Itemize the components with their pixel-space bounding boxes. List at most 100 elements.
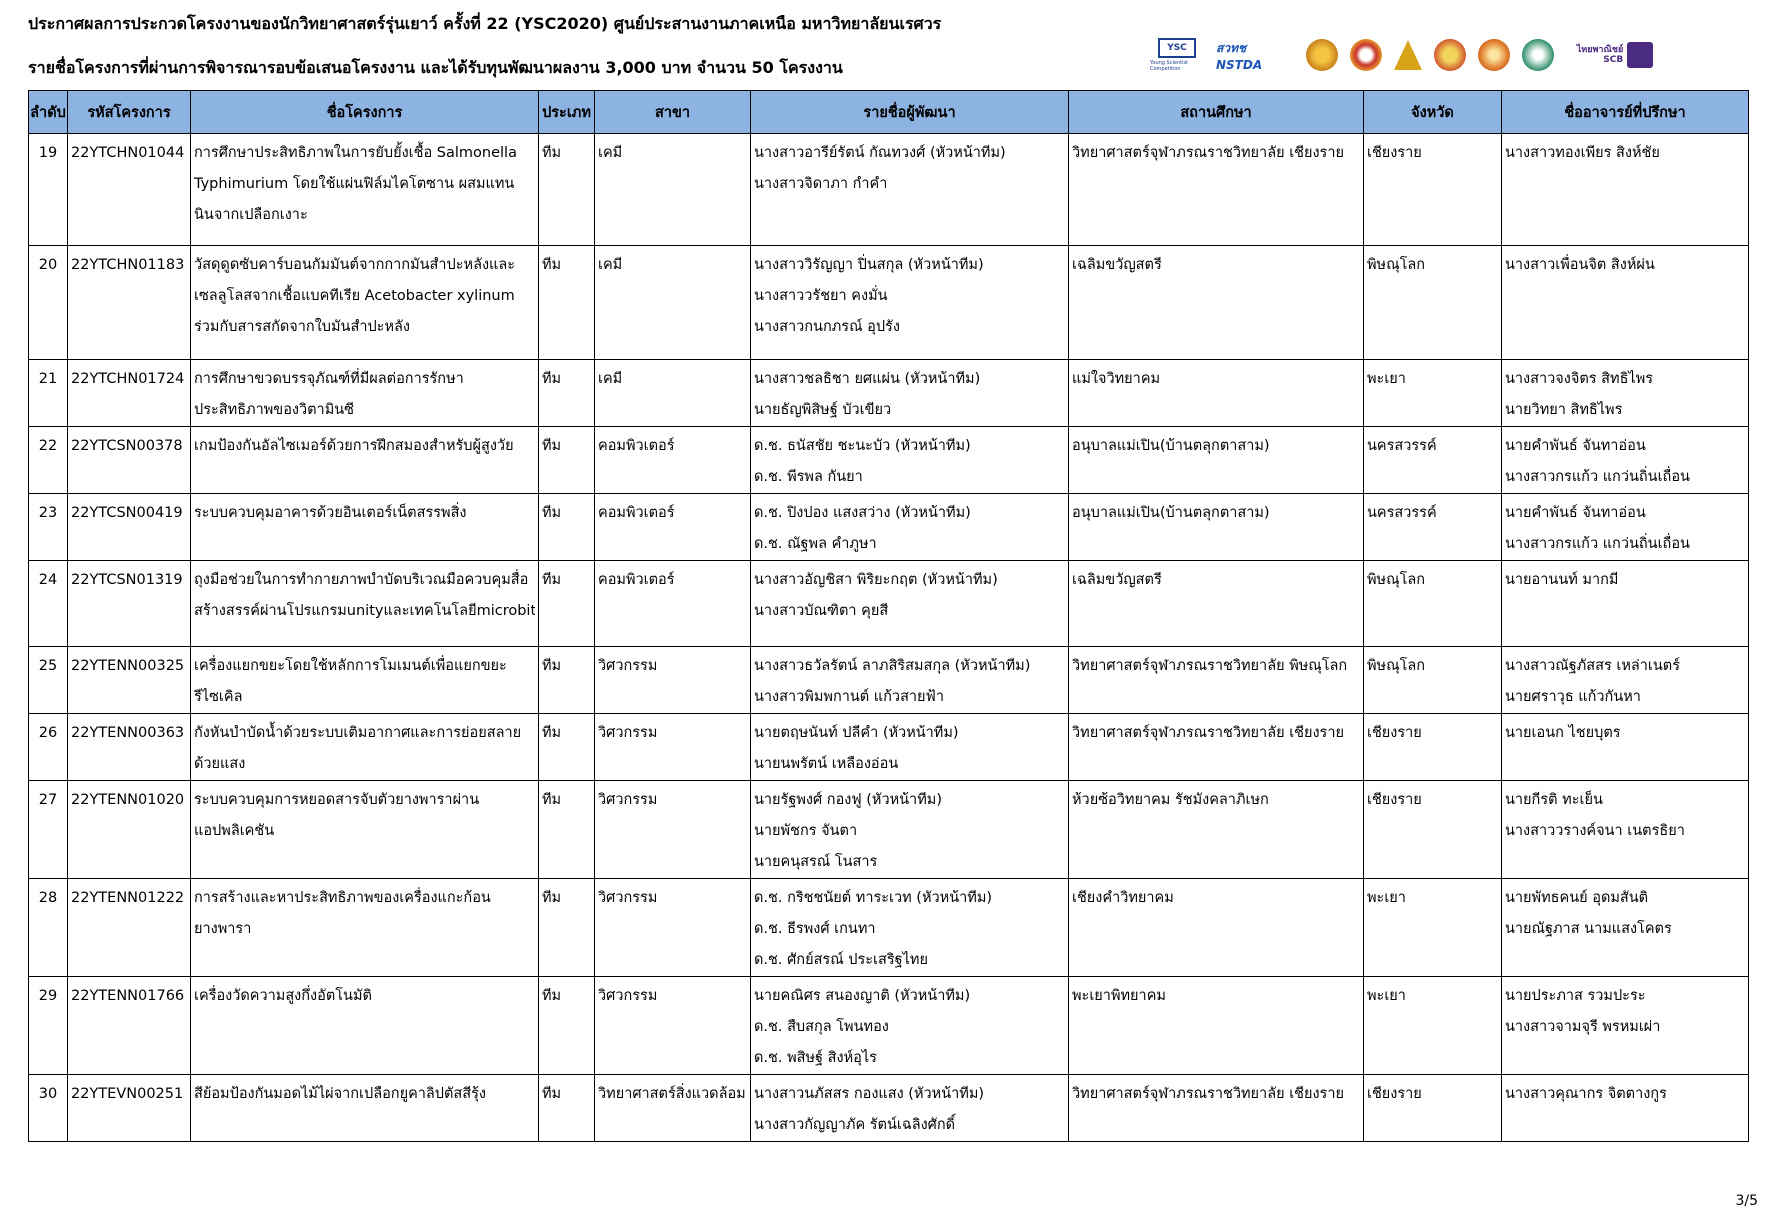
col-header-type: ประเภท xyxy=(538,90,595,134)
cell-province: เชียงราย xyxy=(1363,780,1502,879)
cell-advisors: นายอานนท์ มากมี xyxy=(1501,560,1749,647)
cell-province: พิษณุโลก xyxy=(1363,646,1502,714)
cell-school: อนุบาลแม่เปิน(บ้านตลุกตาสาม) xyxy=(1068,493,1364,561)
cell-school: วิทยาศาสตร์จุฬาภรณราชวิทยาลัย พิษณุโลก xyxy=(1068,646,1364,714)
cell-code: 22YTCHN01183 xyxy=(67,245,191,360)
cell-province: นครสวรรค์ xyxy=(1363,493,1502,561)
cell-type: ทีม xyxy=(538,560,595,647)
cell-no: 30 xyxy=(28,1074,68,1142)
cell-members-line: นางสาวอารีย์รัตน์ กัณทวงศ์ (หัวหน้าทีม) xyxy=(754,145,1006,161)
table-row: 30 22YTEVN00251 สีย้อมป้องกันมอดไม้ไผ่จากเ… xyxy=(28,1074,1749,1142)
cell-project-name-line: เครื่องแยกขยะโดยใช้หลักการโมเมนต์เพื่อแย… xyxy=(194,658,507,674)
table-row: 21 22YTCHN01724 การศึกษาขวดบรรจุภัณฑ์ที่มี… xyxy=(28,359,1749,427)
cell-project-name-line: เกมป้องกันอัลไซเมอร์ด้วยการฝึกสมองสำหรับ… xyxy=(194,438,514,454)
cell-no: 19 xyxy=(28,133,68,246)
table-row: 19 22YTCHN01044 การศึกษาประสิทธิภาพในการยั… xyxy=(28,133,1749,246)
table-row: 23 22YTCSN00419 ระบบควบคุมอาคารด้วยอินเตอร… xyxy=(28,493,1749,561)
cell-code: 22YTCHN01724 xyxy=(67,359,191,427)
cell-members-line: ด.ช. กริชชนัยต์ ทาระเวท (หัวหน้าทีม) xyxy=(754,890,993,906)
cell-advisors-line: นางสาววรางค์จนา เนตรธิยา xyxy=(1505,823,1685,839)
cell-type: ทีม xyxy=(538,1074,595,1142)
cell-members-line: นางสาวอัญชิสา พิริยะกฤต (หัวหน้าทีม) xyxy=(754,572,998,588)
emblem-logo-5 xyxy=(1478,39,1510,71)
col-header-no: ลำดับ xyxy=(28,90,68,134)
cell-advisors-line: นางสาวจามจุรี พรหมเผ่า xyxy=(1505,1019,1661,1035)
cell-members-line: นายคนุสรณ์ โนสาร xyxy=(754,854,878,870)
cell-project-name-line: ยางพารา xyxy=(194,921,252,937)
cell-members-line: นายพัชกร จันตา xyxy=(754,823,858,839)
scb-logo-en: SCB xyxy=(1603,55,1624,65)
cell-members: ด.ช. กริชชนัยต์ ทาระเวท (หัวหน้าทีม) ด.ช.… xyxy=(750,878,1069,977)
cell-advisors-line: นายเอนก ไชยบุตร xyxy=(1505,725,1621,741)
cell-no: 23 xyxy=(28,493,68,561)
cell-members-line: นางสาวนภัสสร กองแสง (หัวหน้าทีม) xyxy=(754,1086,985,1102)
cell-members: นายตฤษนันท์ ปลีคำ (หัวหน้าทีม) นายนพรัตน์… xyxy=(750,713,1069,781)
cell-project-name-line: วัสดุดูดซับคาร์บอนกัมมันต์จากกากมันสำปะห… xyxy=(194,257,516,273)
emblem-logo-6 xyxy=(1522,39,1554,71)
page-subtitle: รายชื่อโครงการที่ผ่านการพิจารณารอบข้อเสน… xyxy=(28,58,843,77)
cell-code: 22YTCHN01044 xyxy=(67,133,191,246)
cell-advisors-line: นายพัทธคนย์ อุดมสันติ xyxy=(1505,890,1649,906)
projects-table: ลำดับ รหัสโครงการ ชื่อโครงการ ประเภท สาข… xyxy=(28,90,1749,1142)
cell-advisors: นางสาวเพื่อนจิต สิงห์ผ่น xyxy=(1501,245,1749,360)
emblem-logo-4 xyxy=(1434,39,1466,71)
table-row: 22 22YTCSN00378 เกมป้องกันอัลไซเมอร์ด้วยกา… xyxy=(28,426,1749,494)
cell-field: วิศวกรรม xyxy=(594,780,751,879)
cell-code: 22YTENN01222 xyxy=(67,878,191,977)
cell-no: 20 xyxy=(28,245,68,360)
cell-members: ด.ช. ปิงปอง แสงสว่าง (หัวหน้าทีม) ด.ช. ณั… xyxy=(750,493,1069,561)
cell-project-name-line: ประสิทธิภาพของวิตามินซี xyxy=(194,402,355,418)
cell-members-line: นายคณิศร สนองญาติ (หัวหน้าทีม) xyxy=(754,988,971,1004)
cell-members: ด.ช. ธนัสชัย ชะนะบัว (หัวหน้าทีม) ด.ช. พี… xyxy=(750,426,1069,494)
cell-members: นางสาววิรัญญา ปิ่นสกุล (หัวหน้าทีม) นางสา… xyxy=(750,245,1069,360)
cell-field: คอมพิวเตอร์ xyxy=(594,493,751,561)
cell-type: ทีม xyxy=(538,245,595,360)
cell-school: เฉลิมขวัญสตรี xyxy=(1068,245,1364,360)
cell-type: ทีม xyxy=(538,493,595,561)
cell-project-name-line: ถุงมือช่วยในการทำกายภาพบำบัดบริเวณมือควบ… xyxy=(194,572,529,588)
emblem-logo-2 xyxy=(1350,39,1382,71)
cell-members-line: นางสาวธวัลรัตน์ ลาภสิริสมสกุล (หัวหน้าที… xyxy=(754,658,1031,674)
cell-members-line: นางสาวบัณฑิตา คุยสี xyxy=(754,603,889,619)
cell-field: วิศวกรรม xyxy=(594,713,751,781)
table-row: 24 22YTCSN01319 ถุงมือช่วยในการทำกายภาพบำบ… xyxy=(28,560,1749,647)
cell-advisors-line: นางสาวทองเพียร สิงห์ชัย xyxy=(1505,145,1660,161)
cell-project-name-line: ด้วยแสง xyxy=(194,756,246,772)
cell-members-line: นางสาวชลธิชา ยศแผ่น (หัวหน้าทีม) xyxy=(754,371,981,387)
cell-province: พะเยา xyxy=(1363,359,1502,427)
cell-project-name-line: สร้างสรรค์ผ่านโปรแกรมunityและเทคโนโลยีmi… xyxy=(194,603,535,619)
cell-project-name-line: แอปพลิเคชัน xyxy=(194,823,275,839)
cell-members-line: นางสาวกนกภรณ์ อุปรัง xyxy=(754,319,900,335)
cell-project-name-line: การสร้างและหาประสิทธิภาพของเครื่องแกะก้อ… xyxy=(194,890,491,906)
table-row: 29 22YTENN01766 เครื่องวัดความสูงกึ่งอัตโน… xyxy=(28,976,1749,1075)
cell-advisors-line: นายณัฐภาส นามแสงโคตร xyxy=(1505,921,1672,937)
cell-project-name: ระบบควบคุมการหยอดสารจับตัวยางพาราผ่าน แอป… xyxy=(190,780,539,879)
table-body: 19 22YTCHN01044 การศึกษาประสิทธิภาพในการยั… xyxy=(28,133,1749,1142)
cell-code: 22YTENN01020 xyxy=(67,780,191,879)
cell-advisors: นายคำพันธ์ จันทาอ่อน นางสาวกรแก้ว แกว่นถิ… xyxy=(1501,426,1749,494)
cell-school: วิทยาศาสตร์จุฬาภรณราชวิทยาลัย เชียงราย xyxy=(1068,133,1364,246)
col-header-members: รายชื่อผู้พัฒนา xyxy=(750,90,1069,134)
cell-members-line: นางสาววิรัญญา ปิ่นสกุล (หัวหน้าทีม) xyxy=(754,257,984,273)
emblem-logo-3 xyxy=(1394,40,1422,70)
cell-advisors: นายคำพันธ์ จันทาอ่อน นางสาวกรแก้ว แกว่นถิ… xyxy=(1501,493,1749,561)
cell-project-name: วัสดุดูดซับคาร์บอนกัมมันต์จากกากมันสำปะห… xyxy=(190,245,539,360)
cell-project-name-line: รีไซเคิล xyxy=(194,689,243,705)
cell-project-name: การสร้างและหาประสิทธิภาพของเครื่องแกะก้อ… xyxy=(190,878,539,977)
cell-advisors-line: นายอานนท์ มากมี xyxy=(1505,572,1619,588)
cell-no: 27 xyxy=(28,780,68,879)
cell-project-name: เครื่องวัดความสูงกึ่งอัตโนมัติ xyxy=(190,976,539,1075)
cell-field: คอมพิวเตอร์ xyxy=(594,560,751,647)
cell-members: นางสาวอารีย์รัตน์ กัณทวงศ์ (หัวหน้าทีม) น… xyxy=(750,133,1069,246)
cell-advisors: นางสาวจงจิตร สิทธิไพร นายวิทยา สิทธิไพร xyxy=(1501,359,1749,427)
cell-code: 22YTCSN00419 xyxy=(67,493,191,561)
col-header-province: จังหวัด xyxy=(1363,90,1502,134)
cell-project-name-line: เซลลูโลสจากเชื้อแบคทีเรีย Acetobacter xy… xyxy=(194,288,515,304)
cell-type: ทีม xyxy=(538,426,595,494)
cell-code: 22YTENN00325 xyxy=(67,646,191,714)
cell-type: ทีม xyxy=(538,133,595,246)
cell-school: วิทยาศาสตร์จุฬาภรณราชวิทยาลัย เชียงราย xyxy=(1068,713,1364,781)
cell-field: วิศวกรรม xyxy=(594,646,751,714)
cell-type: ทีม xyxy=(538,780,595,879)
cell-project-name-line: กังหันบำบัดน้ำด้วยระบบเติมอากาศและการย่อ… xyxy=(194,725,522,741)
